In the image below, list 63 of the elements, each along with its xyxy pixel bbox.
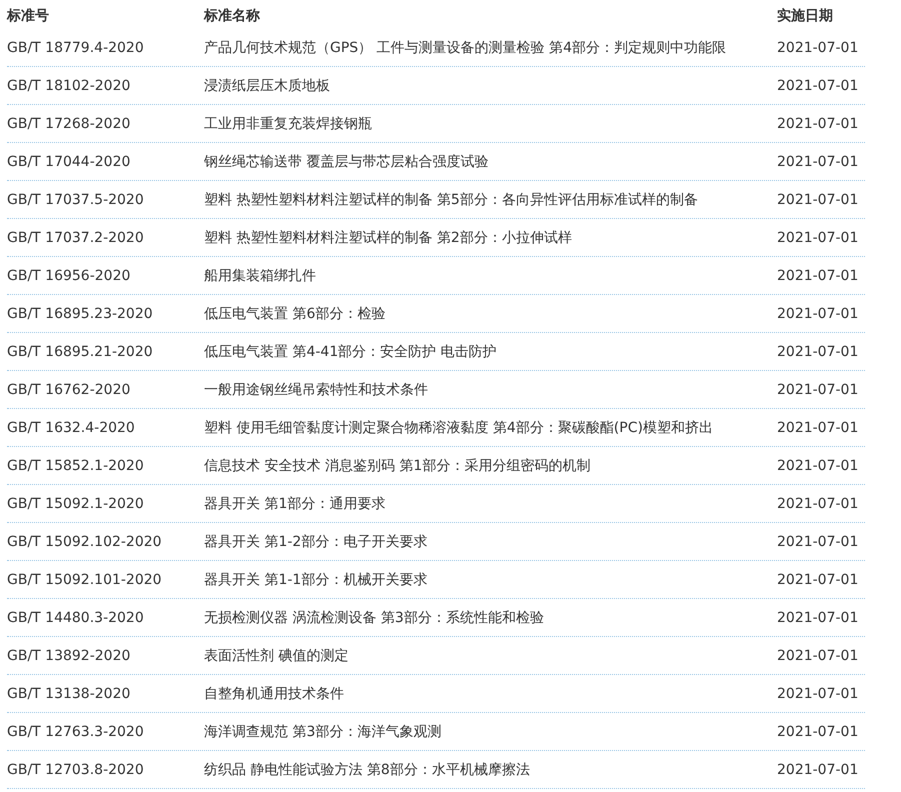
column-header: 标准号 [7, 7, 50, 25]
table-cell: 2021-07-01 [777, 192, 858, 208]
table-cell-text: 器具开关 第1-2部分：电子开关要求 [204, 532, 428, 550]
table-cell-text: GB/T 12703.8-2020 [7, 762, 145, 778]
table-cell: 2021-07-01 [777, 458, 858, 474]
table-cell-text: 器具开关 第1-1部分：机械开关要求 [204, 570, 428, 588]
table-cell-text: 表面活性剂 碘值的测定 [204, 646, 350, 664]
table-cell-text: GB/T 15092.102-2020 [7, 534, 163, 550]
table-cell-text: GB/T 16895.21-2020 [7, 344, 154, 360]
table-cell-text: GB/T 13892-2020 [7, 648, 132, 664]
table-cell-text: GB/T 15092.101-2020 [7, 572, 163, 588]
table-cell-text: 低压电气装置 第6部分：检验 [204, 304, 386, 322]
table-cell-text: 塑料 热塑性塑料材料注塑试样的制备 第5部分：各向异性评估用标准试样的制备 [204, 190, 699, 208]
column-header: 实施日期 [777, 6, 833, 25]
table-cell-text: GB/T 16895.23-2020 [7, 306, 154, 322]
table-cell: 2021-07-01 [777, 686, 858, 702]
table-cell-text: GB/T 17044-2020 [7, 154, 132, 170]
table-cell: 2021-07-01 [777, 420, 858, 436]
table-cell-text: 海洋调查规范 第3部分：海洋气象观测 [204, 722, 442, 740]
table-cell-text: GB/T 18779.4-2020 [7, 40, 145, 56]
table-cell: 2021-07-01 [777, 762, 858, 778]
table-cell-text: GB/T 16956-2020 [7, 268, 132, 284]
table-cell: 2021-07-01 [777, 306, 858, 322]
table-cell-text: GB/T 17037.2-2020 [7, 230, 145, 246]
table-cell: 2021-07-01 [777, 648, 858, 664]
table-cell: 2021-07-01 [777, 268, 858, 284]
table-cell-text: GB/T 15092.1-2020 [7, 496, 145, 512]
table-cell: 2021-07-01 [777, 572, 858, 588]
table-cell-text: 自整角机通用技术条件 [204, 684, 345, 702]
table-cell-text: GB/T 17268-2020 [7, 116, 132, 132]
table-cell: 2021-07-01 [777, 116, 858, 132]
table-cell-text: GB/T 16762-2020 [7, 382, 132, 398]
table-cell-text: 产品几何技术规范（GPS） 工件与测量设备的测量检验 第4部分：判定规则中功能限 [204, 38, 727, 56]
table-cell: 2021-07-01 [777, 78, 858, 94]
column-header: 标准名称 [204, 7, 261, 25]
table-cell: 2021-07-01 [777, 40, 858, 56]
table-cell-text: 无损检测仪器 涡流检测设备 第3部分：系统性能和检验 [204, 608, 545, 626]
table-cell: 2021-07-01 [777, 154, 858, 170]
table-cell-text: 信息技术 安全技术 消息鉴别码 第1部分：采用分组密码的机制 [204, 456, 592, 474]
table-cell-text: 低压电气装置 第4-41部分：安全防护 电击防护 [204, 342, 498, 360]
table-cell: 2021-07-01 [777, 230, 858, 246]
table-cell-text: GB/T 12763.3-2020 [7, 724, 145, 740]
table-cell: 2021-07-01 [777, 496, 858, 512]
table-cell-text: GB/T 14480.3-2020 [7, 610, 145, 626]
table-cell-text: 器具开关 第1部分：通用要求 [204, 494, 386, 512]
table-cell-text: 塑料 热塑性塑料材料注塑试样的制备 第2部分：小拉伸试样 [204, 228, 573, 246]
table-cell-text: 船用集装箱绑扎件 [204, 266, 317, 284]
table-cell: 2021-07-01 [777, 382, 858, 398]
table-cell-text: GB/T 13138-2020 [7, 686, 132, 702]
table-cell-text: GB/T 18102-2020 [7, 78, 132, 94]
table-cell-text: 一般用途钢丝绳吊索特性和技术条件 [204, 380, 429, 398]
table-cell-text: 钢丝绳芯输送带 覆盖层与带芯层粘合强度试验 [204, 152, 490, 170]
table-cell: 2021-07-01 [777, 534, 858, 550]
table-cell-text: GB/T 1632.4-2020 [7, 420, 136, 436]
table-cell-text: GB/T 17037.5-2020 [7, 192, 145, 208]
table-cell-text: GB/T 15852.1-2020 [7, 458, 145, 474]
table-cell-text: 浸渍纸层压木质地板 [204, 76, 331, 94]
table-cell: 2021-07-01 [777, 724, 858, 740]
table-cell: 2021-07-01 [777, 344, 858, 360]
table-cell: 2021-07-01 [777, 610, 858, 626]
table-cell-text: 纺织品 静电性能试验方法 第8部分：水平机械摩擦法 [204, 760, 531, 778]
table-cell-text: 塑料 使用毛细管黏度计测定聚合物稀溶液黏度 第4部分：聚碳酸酯(PC)模塑和挤出 [204, 418, 714, 436]
table-cell-text: 工业用非重复充装焊接钢瓶 [204, 114, 373, 132]
